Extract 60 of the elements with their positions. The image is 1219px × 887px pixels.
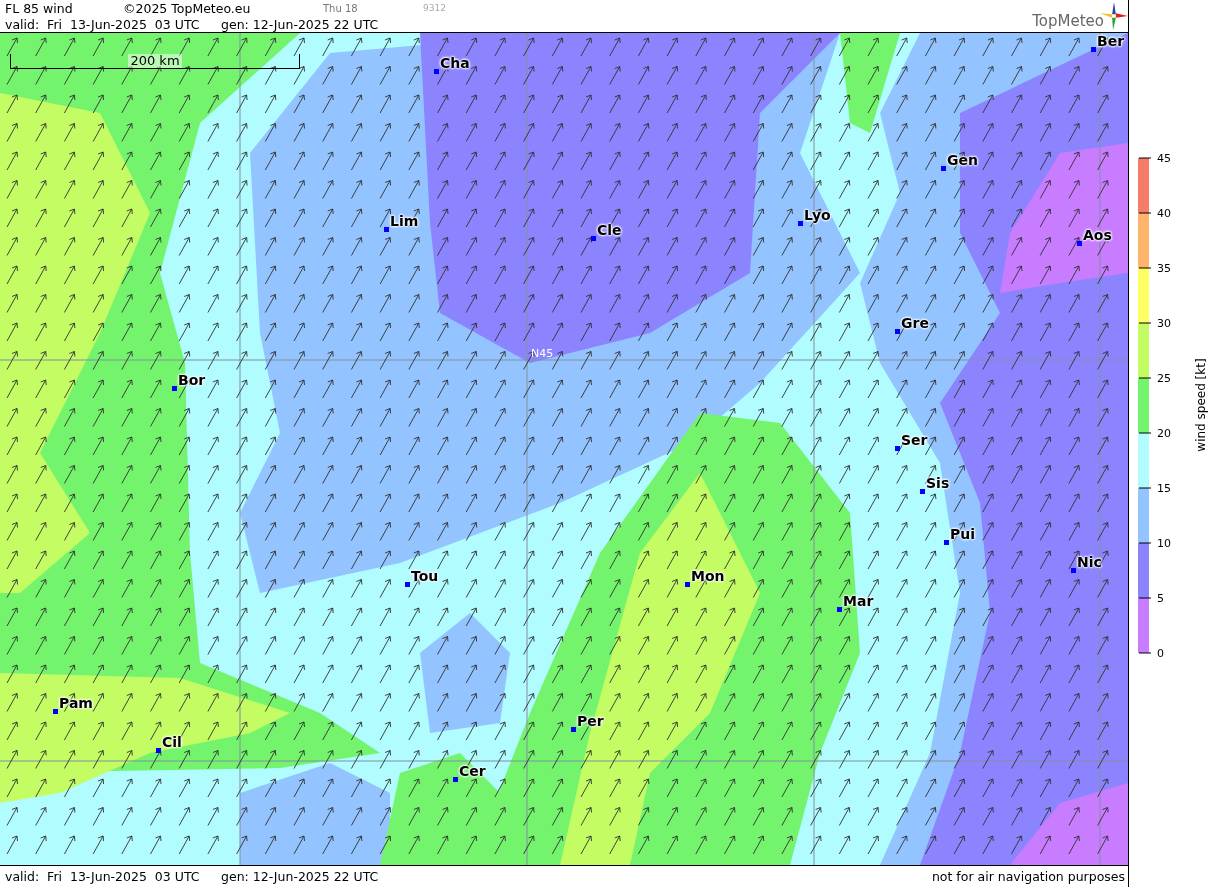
city-marker-icon xyxy=(837,607,842,612)
topmeteo-logo: TopMeteo xyxy=(1032,12,1104,30)
city-marker-icon xyxy=(156,748,161,753)
city-label: Ber xyxy=(1097,33,1125,49)
legend-tick-label: 15 xyxy=(1157,482,1171,495)
city-label: Per xyxy=(577,713,604,729)
city-marker-icon xyxy=(895,329,900,334)
city-marker-icon xyxy=(1091,47,1096,52)
city-label: Ser xyxy=(901,432,928,448)
generated-time: gen: 12-Jun-2025 22 UTC xyxy=(221,16,379,32)
city-label: Aos xyxy=(1083,227,1112,243)
legend-tick-label: 45 xyxy=(1157,152,1171,165)
city-marker-icon xyxy=(1071,568,1076,573)
legend-tick-label: 20 xyxy=(1157,427,1171,440)
city-label: Mon xyxy=(691,568,725,584)
scale-bar: 200 km xyxy=(10,54,300,69)
legend-tick-label: 35 xyxy=(1157,262,1171,275)
latitude-label: N45 xyxy=(531,347,554,360)
generated-time: gen: 12-Jun-2025 22 UTC xyxy=(221,869,379,884)
legend-tick-label: 25 xyxy=(1157,372,1171,385)
city-label: Gen xyxy=(947,152,978,168)
city-marker-icon xyxy=(895,446,900,451)
city-marker-icon xyxy=(941,166,946,171)
copyright-text: ©2025 TopMeteo.eu xyxy=(123,0,252,16)
legend-tick-label: 40 xyxy=(1157,207,1171,220)
city-marker-icon xyxy=(53,709,58,714)
forecast-day: Thu 18 xyxy=(323,2,423,14)
legend-title: wind speed [kt] xyxy=(1194,358,1208,452)
city-marker-icon xyxy=(384,227,389,232)
city-label: Nic xyxy=(1077,554,1102,570)
city-label: Lyo xyxy=(804,207,831,223)
city-marker-icon xyxy=(172,386,177,391)
map-title: FL 85 wind xyxy=(5,0,74,16)
city-label: Sis xyxy=(926,475,950,491)
city-marker-icon xyxy=(405,582,410,587)
valid-time: valid: Fri 13-Jun-2025 03 UTC xyxy=(5,869,201,884)
run-code: 9312 xyxy=(423,3,446,13)
city-marker-icon xyxy=(685,582,690,587)
city-label: Pui xyxy=(950,526,976,542)
city-label: Cil xyxy=(162,734,182,750)
city-marker-icon xyxy=(920,489,925,494)
city-marker-icon xyxy=(944,540,949,545)
city-marker-icon xyxy=(591,236,596,241)
city-marker-icon xyxy=(798,221,803,226)
city-marker-icon xyxy=(1077,241,1082,246)
disclaimer-text: not for air navigation purposes xyxy=(931,869,1125,884)
city-label: Gre xyxy=(901,315,929,331)
valid-time: valid: Fri 13-Jun-2025 03 UTC xyxy=(5,16,201,32)
city-label: Tou xyxy=(411,568,439,584)
legend-tick-label: 0 xyxy=(1157,647,1164,660)
city-marker-icon xyxy=(571,727,576,732)
city-marker-icon xyxy=(453,777,458,782)
city-label: Cha xyxy=(440,55,470,71)
city-label: Pam xyxy=(59,695,93,711)
legend-tick-label: 30 xyxy=(1157,317,1171,330)
city-label: Cle xyxy=(597,222,622,238)
legend-tick-label: 5 xyxy=(1157,592,1164,605)
city-marker-icon xyxy=(434,69,439,74)
city-label: Lim xyxy=(390,213,419,229)
legend-tick-label: 10 xyxy=(1157,537,1171,550)
